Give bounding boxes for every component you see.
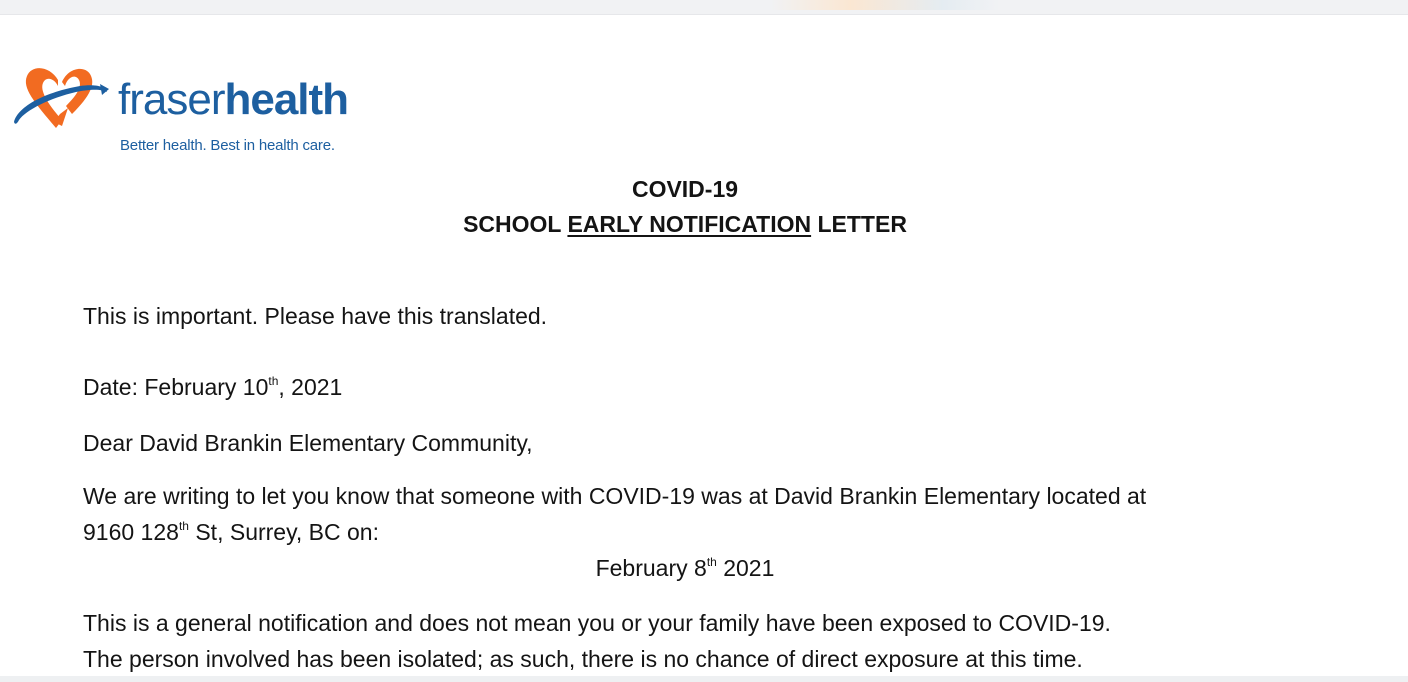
address-sup: th: [178, 519, 189, 533]
title-underlined: EARLY NOTIFICATION: [567, 211, 812, 237]
fraser-health-logo: fraserhealth Better health. Best in heal…: [10, 62, 350, 162]
top-strip-glow: [770, 0, 1000, 10]
exposure-date-pre: February 8: [595, 555, 707, 581]
letter-date: Date: February 10th, 2021: [83, 372, 342, 406]
address-post: St, Surrey, BC on:: [188, 519, 379, 545]
logo-word-fraser: fraser: [118, 75, 225, 124]
exposure-date: February 8th 2021: [0, 553, 1370, 587]
bottom-strip: [0, 676, 1408, 682]
logo-wordmark: fraserhealth: [118, 74, 349, 126]
logo-word-health: health: [224, 75, 349, 124]
date-sup: th: [268, 374, 279, 388]
letter-title-line-1: COVID-19: [631, 176, 739, 202]
date-post: , 2021: [278, 374, 343, 400]
paragraph-1-line-1: We are writing to let you know that some…: [83, 483, 1147, 509]
exposure-date-sup: th: [706, 555, 717, 569]
translation-notice: This is important. Please have this tran…: [83, 303, 548, 329]
date-pre: Date: February 10: [83, 374, 269, 400]
title-post: LETTER: [811, 211, 907, 237]
salutation: Dear David Brankin Elementary Community,: [83, 430, 533, 456]
paragraph-2-line-1: This is a general notification and does …: [83, 610, 1111, 636]
title-pre: SCHOOL: [463, 211, 568, 237]
address-pre: 9160 128: [83, 519, 179, 545]
logo-tagline: Better health. Best in health care.: [120, 137, 335, 154]
paragraph-2-line-2: The person involved has been isolated; a…: [83, 646, 1083, 672]
letter-title-line-2: SCHOOL EARLY NOTIFICATION LETTER: [0, 209, 1370, 239]
exposure-date-post: 2021: [716, 555, 775, 581]
top-strip: [0, 0, 1408, 15]
heart-logo-icon: [14, 68, 109, 128]
paragraph-1-line-2: 9160 128th St, Surrey, BC on:: [83, 517, 379, 551]
